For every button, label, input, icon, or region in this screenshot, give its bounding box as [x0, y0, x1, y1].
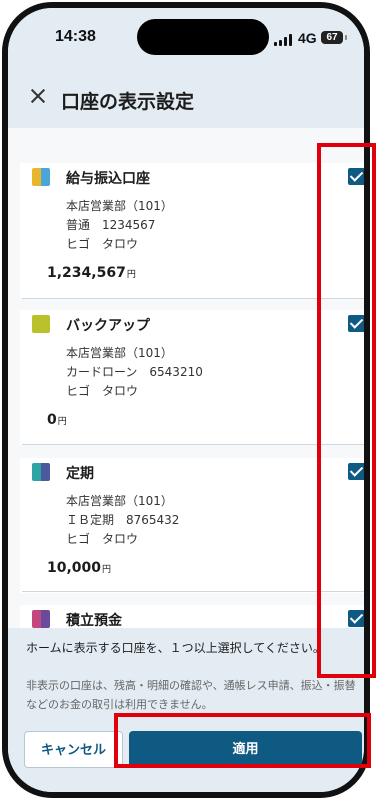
swatch-left: [32, 463, 41, 481]
account-balance: 0円: [47, 412, 67, 428]
battery-icon: 67: [321, 31, 343, 44]
account-name: 給与振込口座: [66, 171, 150, 187]
account-balance: 1,234,567円: [47, 265, 136, 281]
account-holder: ヒゴ タロウ: [66, 384, 139, 398]
dynamic-island: [137, 19, 269, 55]
divider: [22, 444, 364, 445]
account-color-icon: [32, 315, 50, 333]
swatch-right: [41, 463, 50, 481]
account-branch: 本店営業部（101）: [66, 199, 173, 213]
status-bar: 14:38 4G 67: [8, 8, 364, 70]
home-indicator: [126, 794, 258, 798]
account-name: バックアップ: [66, 318, 150, 334]
currency-unit: 円: [126, 270, 136, 280]
selection-notice: ホームに表示する口座を、１つ以上選択してください。: [26, 641, 325, 655]
apply-button-highlight: [114, 713, 371, 768]
account-color-icon: [32, 610, 50, 628]
account-card: 給与振込口座 本店営業部（101） 普通 1234567 ヒゴ タロウ 1,23…: [20, 163, 364, 298]
currency-unit: 円: [102, 565, 112, 575]
account-card: 積立預金: [20, 605, 364, 628]
balance-value: 0: [47, 412, 57, 428]
account-type-number: 普通 1234567: [66, 218, 156, 232]
balance-value: 1,234,567: [47, 265, 126, 281]
divider: [22, 591, 364, 592]
account-color-icon: [32, 168, 50, 186]
cancel-button[interactable]: キャンセル: [24, 731, 123, 768]
swatch-full: [32, 315, 50, 333]
account-name: 定期: [66, 466, 94, 482]
account-type-number: ＩＢ定期 8765432: [66, 513, 180, 527]
account-card: バックアップ 本店営業部（101） カードローン 6543210 ヒゴ タロウ …: [20, 310, 364, 445]
account-type-number: カードローン 6543210: [66, 365, 203, 379]
account-branch: 本店営業部（101）: [66, 346, 173, 360]
divider: [22, 298, 364, 299]
signal-icon: [274, 34, 294, 46]
network-type: 4G: [298, 30, 317, 46]
checkbox-column-highlight: [317, 143, 376, 678]
balance-value: 10,000: [47, 560, 102, 576]
account-balance: 10,000円: [47, 560, 111, 576]
swatch-left: [32, 610, 41, 628]
screen: 14:38 4G 67 口座の表示設定 給与振込口座 本店営業部（101） 普通…: [2, 2, 370, 798]
swatch-right: [41, 168, 50, 186]
status-time: 14:38: [55, 28, 96, 45]
hidden-account-note: 非表示の口座は、残高・明細の確認や、通帳レス申請、振込・振替などのお金の取引は利…: [26, 679, 356, 711]
account-holder: ヒゴ タロウ: [66, 532, 139, 546]
account-holder: ヒゴ タロウ: [66, 237, 139, 251]
account-list[interactable]: 給与振込口座 本店営業部（101） 普通 1234567 ヒゴ タロウ 1,23…: [8, 128, 364, 628]
battery-tip: [345, 35, 347, 40]
account-color-icon: [32, 463, 50, 481]
close-icon[interactable]: [26, 85, 50, 109]
swatch-left: [32, 168, 41, 186]
page-title: 口座の表示設定: [61, 91, 195, 113]
swatch-right: [41, 610, 50, 628]
account-branch: 本店営業部（101）: [66, 494, 173, 508]
account-name: 積立預金: [66, 613, 122, 628]
account-card: 定期 本店営業部（101） ＩＢ定期 8765432 ヒゴ タロウ 10,000…: [20, 458, 364, 593]
currency-unit: 円: [57, 417, 67, 427]
header: 口座の表示設定: [8, 70, 364, 128]
